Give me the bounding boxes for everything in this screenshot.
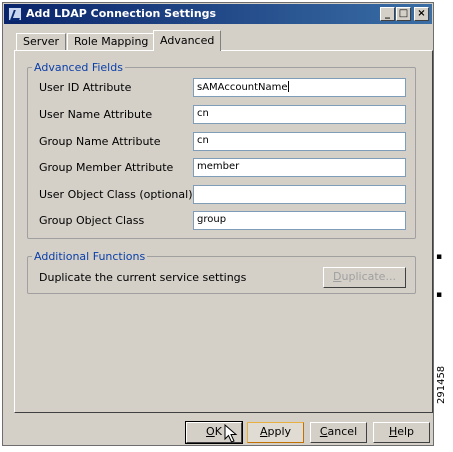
apply-button[interactable]: Apply (247, 422, 304, 443)
cancel-mnemonic: C (319, 425, 328, 438)
duplicate-description: Duplicate the current service settings (39, 271, 247, 284)
duplicate-label-rest: uplicate... (341, 270, 396, 283)
user-object-class-label: User Object Class (optional) (39, 188, 193, 201)
tab-advanced-label: Advanced (160, 34, 215, 47)
title-bar[interactable]: Add LDAP Connection Settings _ □ × (4, 4, 432, 24)
apply-label-rest: pply (267, 425, 292, 438)
help-mnemonic: H (388, 425, 398, 438)
user-object-class-field[interactable] (193, 185, 406, 204)
minimize-button[interactable]: _ (380, 7, 395, 21)
additional-functions-legend: Additional Functions (34, 250, 146, 263)
close-button[interactable]: × (414, 7, 429, 21)
user-name-attribute-field[interactable]: cn (193, 105, 406, 124)
group-object-class-field[interactable]: group (193, 211, 406, 230)
tab-server[interactable]: Server (16, 33, 67, 50)
user-id-attribute-value: sAMAccountName (197, 82, 288, 93)
tab-role-mapping-label: Role Mapping (74, 35, 149, 48)
app-icon (8, 7, 22, 21)
ldap-dialog-window: Add LDAP Connection Settings _ □ × Serve… (2, 2, 434, 446)
group-object-class-label: Group Object Class (39, 214, 145, 227)
user-id-attribute-field[interactable]: sAMAccountName (193, 78, 406, 97)
mouse-pointer-icon (224, 424, 238, 443)
edge-mark: ▪ (436, 252, 443, 262)
group-name-attribute-label: Group Name Attribute (39, 135, 161, 148)
group-name-attribute-field[interactable]: cn (193, 132, 406, 151)
ok-mnemonic: O (206, 425, 215, 438)
figure-id: 291458 (436, 365, 447, 404)
group-member-attribute-field[interactable]: member (193, 158, 406, 177)
window-title: Add LDAP Connection Settings (26, 7, 217, 20)
tab-role-mapping[interactable]: Role Mapping (67, 33, 156, 50)
group-member-attribute-value: member (197, 161, 240, 172)
duplicate-mnemonic: D (333, 270, 342, 283)
duplicate-button[interactable]: Duplicate... (323, 267, 406, 288)
user-name-attribute-label: User Name Attribute (39, 108, 153, 121)
user-name-attribute-value: cn (197, 108, 209, 119)
help-button[interactable]: Help (373, 422, 430, 443)
maximize-button[interactable]: □ (396, 7, 411, 21)
group-name-attribute-value: cn (197, 135, 209, 146)
tab-advanced[interactable]: Advanced (153, 30, 222, 51)
text-caret (287, 81, 289, 92)
cancel-label-rest: ancel (327, 425, 358, 438)
cancel-button[interactable]: Cancel (310, 422, 367, 443)
group-member-attribute-label: Group Member Attribute (39, 161, 174, 174)
tab-server-label: Server (23, 35, 60, 48)
user-id-attribute-label: User ID Attribute (39, 81, 132, 94)
advanced-fields-legend: Advanced Fields (34, 61, 123, 74)
group-object-class-value: group (197, 214, 227, 225)
edge-mark: ▪ (436, 290, 443, 300)
help-label-rest: elp (397, 425, 415, 438)
ok-label-rest: K (214, 425, 222, 438)
apply-mnemonic: A (259, 425, 268, 438)
